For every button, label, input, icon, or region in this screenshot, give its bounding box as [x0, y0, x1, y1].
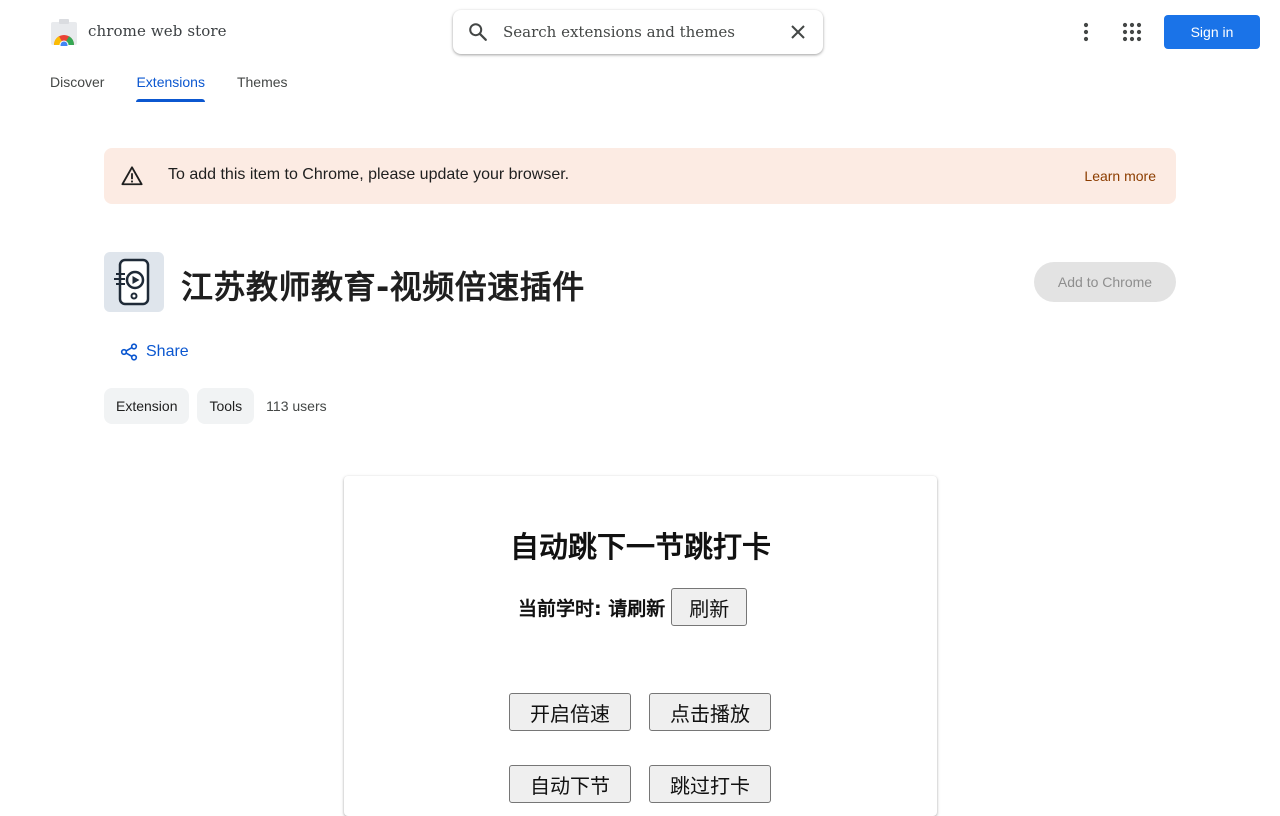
tab-themes[interactable]: Themes: [237, 64, 288, 100]
tab-extensions[interactable]: Extensions: [136, 64, 206, 102]
screenshot-heading: 自动跳下一节跳打卡: [509, 530, 771, 564]
sign-in-button[interactable]: Sign in: [1164, 15, 1260, 49]
screenshot-hours-row: 当前学时: 请刷新 刷新: [518, 588, 748, 626]
screenshot-play-button: 点击播放: [649, 693, 771, 731]
chrome-web-store-logo[interactable]: [50, 18, 78, 46]
close-icon[interactable]: [788, 22, 808, 42]
search-box[interactable]: [453, 10, 823, 54]
top-bar: chrome web store Sign in: [0, 0, 1280, 64]
search-icon[interactable]: [467, 21, 489, 43]
search-input[interactable]: [503, 18, 773, 46]
extension-chips: Extension Tools 113 users: [104, 388, 327, 424]
extension-title: 江苏教师教育-视频倍速插件: [181, 268, 585, 306]
screenshot-next-button: 自动下节: [509, 765, 631, 803]
share-icon: [120, 343, 138, 361]
user-count: 113 users: [266, 398, 327, 414]
add-to-chrome-button[interactable]: Add to Chrome: [1034, 262, 1176, 302]
screenshot-button-grid: 开启倍速 点击播放 自动下节 跳过打卡: [509, 693, 771, 803]
nav-tabs: Discover Extensions Themes: [50, 64, 320, 104]
share-label: Share: [146, 343, 189, 360]
extension-screenshot[interactable]: 自动跳下一节跳打卡 当前学时: 请刷新 刷新 开启倍速 点击播放 自动下节 跳过…: [344, 476, 937, 816]
learn-more-link[interactable]: Learn more: [1084, 168, 1156, 184]
chip-extension[interactable]: Extension: [104, 388, 190, 424]
store-name[interactable]: chrome web store: [88, 22, 227, 40]
share-button[interactable]: Share: [120, 341, 189, 363]
banner-message: To add this item to Chrome, please updat…: [168, 166, 570, 183]
screenshot-hours-label: 当前学时: 请刷新: [518, 597, 666, 620]
extension-icon: [104, 252, 164, 312]
screenshot-skip-button: 跳过打卡: [649, 765, 771, 803]
more-vert-icon[interactable]: [1074, 20, 1098, 44]
screenshot-speed-button: 开启倍速: [509, 693, 631, 731]
update-browser-banner: To add this item to Chrome, please updat…: [104, 148, 1176, 204]
tab-discover[interactable]: Discover: [50, 64, 104, 100]
warning-icon: [121, 166, 143, 186]
screenshot-refresh-button: 刷新: [671, 588, 748, 626]
apps-grid-icon[interactable]: [1120, 20, 1144, 44]
chip-tools[interactable]: Tools: [197, 388, 255, 424]
